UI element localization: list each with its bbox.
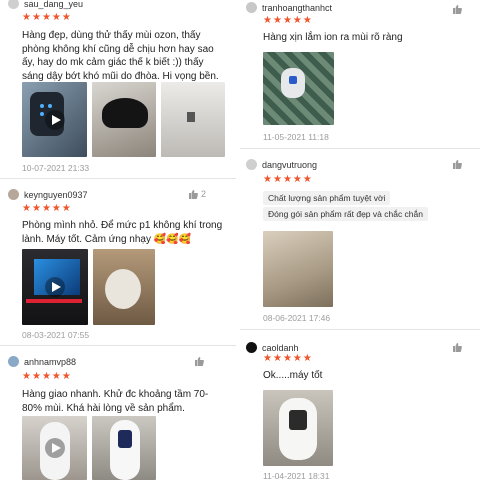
star-icon: ★ <box>272 15 282 26</box>
review-card: dangvutruong ★ ★ ★ ★ ★ Chất lượng sản phẩm t… <box>240 149 480 329</box>
review-photo[interactable] <box>263 390 333 466</box>
star-rating: ★ ★ ★ ★ ★ <box>263 16 312 26</box>
review-card: keynguyen0937 2 ★ ★ ★ ★ ★ Phòng mình nhỏ. Để… <box>0 179 236 345</box>
star-icon: ★ <box>292 174 302 185</box>
review-photo[interactable] <box>92 416 156 480</box>
avatar[interactable] <box>8 356 19 367</box>
review-text: Ok.....máy tốt <box>263 370 323 381</box>
review-photo[interactable] <box>92 82 156 157</box>
star-rating: ★ ★ ★ ★ ★ <box>263 175 312 185</box>
review-video[interactable] <box>22 249 88 325</box>
like-button[interactable] <box>194 356 204 366</box>
star-icon: ★ <box>272 353 282 364</box>
review-date: 08-03-2021 07:55 <box>22 330 90 340</box>
review-photo[interactable] <box>263 52 334 125</box>
star-icon: ★ <box>282 15 292 26</box>
star-icon: ★ <box>22 203 31 214</box>
star-rating: ★ ★ ★ ★ ★ <box>22 372 71 382</box>
star-icon: ★ <box>61 12 71 23</box>
star-icon: ★ <box>31 12 41 23</box>
play-icon[interactable] <box>44 109 65 130</box>
avatar[interactable] <box>246 342 257 353</box>
star-icon: ★ <box>41 12 51 23</box>
review-video[interactable] <box>22 416 87 480</box>
review-text: Hàng xịn lắm ion ra mùi rõ ràng <box>263 32 403 43</box>
review-tag: Đóng gói sản phẩm rất đẹp và chắc chắn <box>263 207 428 221</box>
like-button[interactable]: 2 <box>188 189 206 199</box>
play-icon[interactable] <box>45 277 65 297</box>
star-icon: ★ <box>263 353 272 364</box>
review-card: sau_dang_yeu ★ ★ ★ ★ ★ Hàng đẹp, dùng thử th… <box>0 0 236 178</box>
star-icon: ★ <box>22 371 31 382</box>
thumbs-up-icon <box>189 190 198 199</box>
review-text: Hàng giao nhanh. Khử đc khoảng tầm 70-80… <box>22 389 209 414</box>
review-date: 11-05-2021 11:18 <box>263 132 329 142</box>
like-button[interactable] <box>452 342 462 352</box>
star-icon: ★ <box>302 174 312 185</box>
review-date: 08-06-2021 17:46 <box>263 313 331 323</box>
review-photo[interactable] <box>161 82 225 157</box>
review-date: 10-07-2021 21:33 <box>22 163 90 173</box>
avatar[interactable] <box>8 0 19 9</box>
star-icon: ★ <box>51 371 61 382</box>
username[interactable]: tranhoangthanhct <box>262 3 332 13</box>
username[interactable]: dangvutruong <box>262 160 317 170</box>
username[interactable]: keynguyen0937 <box>24 190 88 200</box>
review-header: anhnamvp88 <box>8 356 76 367</box>
review-card: caoldanh ★ ★ ★ ★ ★ Ok.....máy tốt 11-04-2021… <box>240 330 480 480</box>
review-video[interactable] <box>22 82 87 157</box>
star-icon: ★ <box>22 12 31 23</box>
review-photo[interactable] <box>93 249 155 325</box>
review-photo[interactable] <box>263 231 333 307</box>
review-card: tranhoangthanhct ★ ★ ★ ★ ★ Hàng xịn lắm ion … <box>240 0 480 148</box>
star-icon: ★ <box>263 15 272 26</box>
review-header: dangvutruong <box>246 159 317 170</box>
star-icon: ★ <box>263 174 272 185</box>
star-rating: ★ ★ ★ ★ ★ <box>22 204 71 214</box>
star-icon: ★ <box>61 371 71 382</box>
star-icon: ★ <box>51 203 61 214</box>
star-icon: ★ <box>272 174 282 185</box>
review-tag: Chất lượng sản phẩm tuyệt vời <box>263 191 391 205</box>
review-header: sau_dang_yeu <box>8 0 83 9</box>
avatar[interactable] <box>246 159 257 170</box>
star-icon: ★ <box>302 353 312 364</box>
thumbs-up-icon <box>453 343 462 352</box>
review-text: Phòng mình nhỏ. Để mức p1 không khí tron… <box>22 220 223 245</box>
avatar[interactable] <box>246 2 257 13</box>
star-icon: ★ <box>41 203 51 214</box>
star-icon: ★ <box>41 371 51 382</box>
thumbs-up-icon <box>453 160 462 169</box>
star-icon: ★ <box>61 203 71 214</box>
star-icon: ★ <box>292 15 302 26</box>
star-icon: ★ <box>292 353 302 364</box>
review-header: tranhoangthanhct <box>246 2 332 13</box>
star-icon: ★ <box>31 203 41 214</box>
thumbs-up-icon <box>195 357 204 366</box>
review-date: 11-04-2021 18:31 <box>263 471 330 480</box>
review-header: caoldanh <box>246 342 299 353</box>
star-rating: ★ ★ ★ ★ ★ <box>263 354 312 364</box>
review-card: anhnamvp88 ★ ★ ★ ★ ★ Hàng giao nhanh. Khử đc… <box>0 346 236 480</box>
like-button[interactable] <box>452 159 462 169</box>
username[interactable]: anhnamvp88 <box>24 357 76 367</box>
star-rating: ★ ★ ★ ★ ★ <box>22 13 71 23</box>
star-icon: ★ <box>282 353 292 364</box>
star-icon: ★ <box>51 12 61 23</box>
like-count: 2 <box>201 189 207 199</box>
username[interactable]: sau_dang_yeu <box>24 0 83 9</box>
review-header: keynguyen0937 <box>8 189 88 200</box>
star-icon: ★ <box>302 15 312 26</box>
avatar[interactable] <box>8 189 19 200</box>
play-icon[interactable] <box>44 438 65 458</box>
thumbs-up-icon <box>453 5 462 14</box>
like-button[interactable] <box>452 4 462 14</box>
username[interactable]: caoldanh <box>262 343 299 353</box>
star-icon: ★ <box>282 174 292 185</box>
star-icon: ★ <box>31 371 41 382</box>
